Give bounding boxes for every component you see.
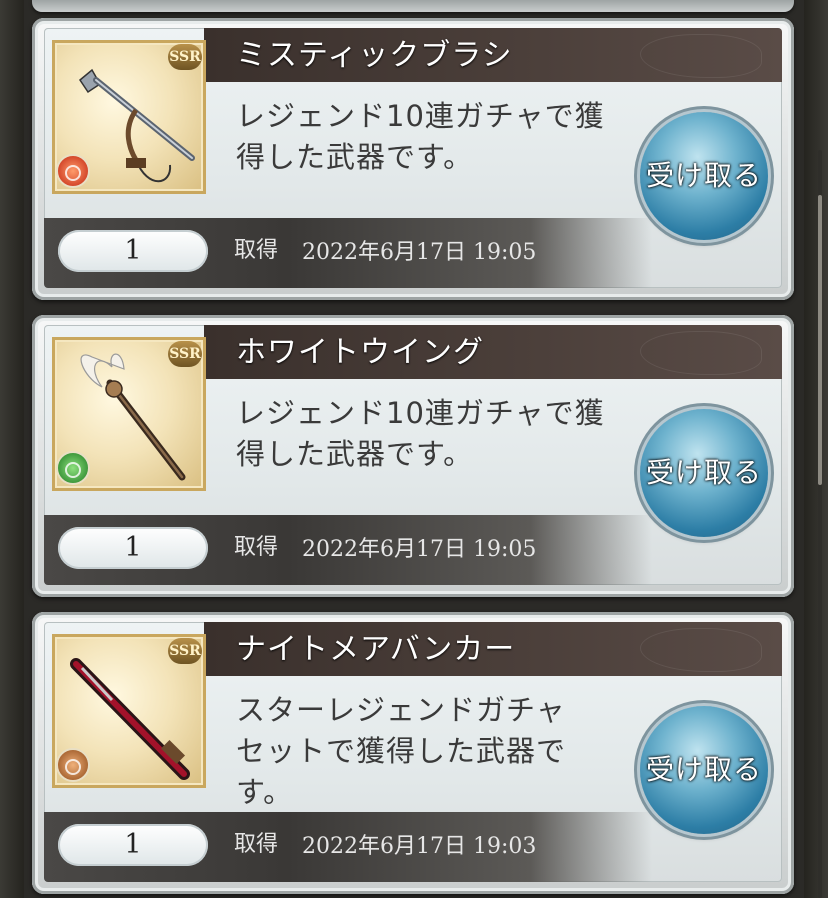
receive-button[interactable]: 受け取る — [640, 706, 768, 834]
acquired-label: 取得 — [234, 535, 279, 560]
item-description: レジェンド10連ガチャで獲 得した武器です。 — [236, 393, 626, 475]
item-name: ミスティックブラシ — [236, 38, 513, 73]
acquired-label: 取得 — [234, 238, 279, 263]
acquired-date: 2022年6月17日 19:03 — [302, 834, 537, 859]
item-name: ナイトメアバンカー — [236, 632, 516, 667]
description-line: スターレジェンドガチャ — [236, 693, 566, 727]
wind-element-icon — [56, 451, 90, 485]
gift-card: SSR ナイトメアバンカー スターレジェンドガチャ セットで獲得した武器で す。… — [32, 612, 794, 894]
left-frame — [0, 0, 24, 898]
earth-element-icon — [56, 748, 90, 782]
scrollbar-thumb[interactable] — [818, 195, 822, 485]
description-line: 得した武器です。 — [236, 437, 474, 471]
receive-button[interactable]: 受け取る — [640, 112, 768, 240]
item-name: ホワイトウイング — [236, 335, 484, 370]
gift-card-inner: SSR ミスティックブラシ レジェンド10連ガチャで獲 得した武器です。 1 取… — [44, 28, 782, 288]
gift-card: SSR ミスティックブラシ レジェンド10連ガチャで獲 得した武器です。 1 取… — [32, 18, 794, 300]
rarity-badge: SSR — [168, 44, 202, 70]
right-frame — [804, 0, 828, 898]
rarity-badge: SSR — [168, 638, 202, 664]
fire-element-icon — [56, 154, 90, 188]
acquired-date: 2022年6月17日 19:05 — [302, 537, 537, 562]
description-line: レジェンド10連ガチャで獲 — [236, 99, 605, 133]
gift-card-inner: SSR ナイトメアバンカー スターレジェンドガチャ セットで獲得した武器で す。… — [44, 622, 782, 882]
weapon-thumbnail[interactable]: SSR — [52, 337, 206, 491]
acquired-label: 取得 — [234, 832, 279, 857]
quantity-display: 1 — [58, 824, 208, 866]
description-line: レジェンド10連ガチャで獲 — [236, 396, 605, 430]
item-description: スターレジェンドガチャ セットで獲得した武器で す。 — [236, 690, 626, 813]
description-line: 得した武器です。 — [236, 140, 474, 174]
quantity-display: 1 — [58, 527, 208, 569]
gift-card-inner: SSR ホワイトウイング レジェンド10連ガチャで獲 得した武器です。 1 取得… — [44, 325, 782, 585]
receive-button[interactable]: 受け取る — [640, 409, 768, 537]
previous-card-edge — [32, 0, 794, 12]
rarity-badge: SSR — [168, 341, 202, 367]
description-line: セットで獲得した武器で — [236, 734, 567, 768]
item-description: レジェンド10連ガチャで獲 得した武器です。 — [236, 96, 626, 178]
quantity-display: 1 — [58, 230, 208, 272]
description-line: す。 — [236, 775, 294, 809]
gift-card: SSR ホワイトウイング レジェンド10連ガチャで獲 得した武器です。 1 取得… — [32, 315, 794, 597]
weapon-thumbnail[interactable]: SSR — [52, 634, 206, 788]
acquired-date: 2022年6月17日 19:05 — [302, 240, 537, 265]
weapon-thumbnail[interactable]: SSR — [52, 40, 206, 194]
